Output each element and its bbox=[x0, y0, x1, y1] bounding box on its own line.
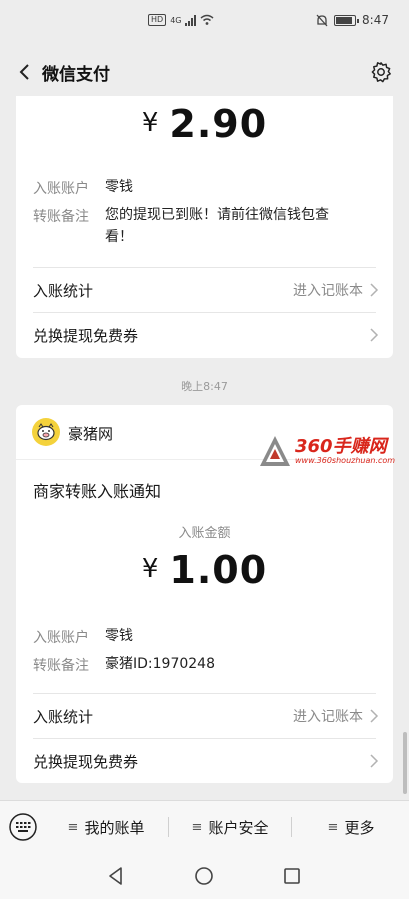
menu-label: 我的账单 bbox=[84, 818, 145, 837]
note-label: 转账备注 bbox=[33, 209, 89, 225]
stats-row[interactable]: 入账统计 进入记账本 bbox=[16, 694, 393, 738]
stats-row[interactable]: 入账统计 进入记账本 bbox=[16, 268, 393, 312]
amount-value: 1.00 bbox=[169, 548, 268, 592]
page-title: 微信支付 bbox=[42, 65, 110, 85]
chevron-left-icon bbox=[19, 64, 29, 80]
amount-display: ¥2.90 bbox=[16, 102, 393, 146]
account-label: 入账账户 bbox=[33, 181, 89, 197]
watermark-logo-icon bbox=[260, 436, 290, 466]
menu-list-icon: ≡ bbox=[67, 819, 79, 835]
system-nav-bar bbox=[0, 852, 409, 899]
menu-list-icon: ≡ bbox=[191, 819, 203, 835]
menu-label: 账户安全 bbox=[208, 818, 269, 837]
menu-label: 更多 bbox=[344, 818, 375, 837]
scrollbar[interactable] bbox=[403, 732, 407, 794]
bottom-menu: ≡ 我的账单 ≡ 账户安全 ≡ 更多 bbox=[0, 800, 409, 852]
hd-badge: HD bbox=[148, 14, 167, 26]
menu-list-icon: ≡ bbox=[327, 819, 339, 835]
stats-hint: 进入记账本 bbox=[293, 283, 363, 299]
signal-icon bbox=[185, 14, 197, 26]
watermark-text: 360手赚网 bbox=[295, 436, 387, 457]
account-value: 零钱 bbox=[105, 179, 133, 195]
voucher-label: 兑换提现免费券 bbox=[33, 753, 139, 771]
pig-icon bbox=[37, 423, 55, 441]
note-value: 您的提现已到账！请前往微信钱包查 看！ bbox=[105, 204, 329, 248]
menu-separator bbox=[168, 817, 169, 837]
currency-symbol: ¥ bbox=[141, 554, 160, 584]
chevron-right-icon bbox=[370, 754, 379, 768]
account-label: 入账账户 bbox=[33, 630, 89, 646]
merchant-logo bbox=[32, 418, 60, 446]
network-label: 4G bbox=[170, 15, 182, 25]
back-triangle-icon[interactable] bbox=[104, 864, 128, 888]
note-value-line1: 您的提现已到账！请前往微信钱包查 bbox=[105, 207, 329, 223]
keyboard-button[interactable] bbox=[8, 812, 38, 842]
recents-square-icon[interactable] bbox=[280, 864, 304, 888]
merchant-name: 豪猪网 bbox=[68, 425, 114, 443]
status-left: HD 4G bbox=[148, 14, 214, 26]
note-label: 转账备注 bbox=[33, 658, 89, 674]
menu-account-security[interactable]: ≡ 账户安全 bbox=[170, 801, 290, 853]
gear-icon bbox=[371, 62, 391, 83]
stats-hint: 进入记账本 bbox=[293, 709, 363, 725]
chevron-right-icon bbox=[370, 328, 379, 342]
currency-symbol: ¥ bbox=[141, 108, 160, 138]
stats-label: 入账统计 bbox=[33, 708, 94, 726]
menu-separator bbox=[291, 817, 292, 837]
battery-icon bbox=[334, 14, 360, 26]
voucher-row[interactable]: 兑换提现免费券 bbox=[16, 739, 393, 783]
amount-display: ¥1.00 bbox=[16, 548, 393, 592]
settings-button[interactable] bbox=[367, 58, 395, 86]
status-bar: HD 4G 8:47 bbox=[0, 0, 409, 40]
wifi-icon bbox=[201, 14, 214, 25]
home-circle-icon[interactable] bbox=[192, 864, 216, 888]
transfer-card-1: ¥2.90 入账账户 零钱 转账备注 您的提现已到账！请前往微信钱包查 看！ 入… bbox=[16, 96, 393, 358]
account-value: 零钱 bbox=[105, 628, 133, 644]
status-right: 8:47 bbox=[316, 13, 389, 27]
notice-title: 商家转账入账通知 bbox=[33, 482, 162, 501]
amount-caption: 入账金额 bbox=[178, 526, 231, 541]
watermark: 360手赚网 www.360shouzhuan.com bbox=[258, 432, 395, 472]
amount-value: 2.90 bbox=[169, 102, 268, 146]
message-timestamp: 晚上8:47 bbox=[181, 380, 228, 393]
note-value: 豪猪ID:1970248 bbox=[105, 656, 215, 672]
voucher-label: 兑换提现免费券 bbox=[33, 327, 139, 345]
status-time: 8:47 bbox=[362, 13, 389, 27]
bell-off-icon bbox=[316, 14, 328, 26]
voucher-row[interactable]: 兑换提现免费券 bbox=[16, 313, 393, 357]
chevron-right-icon bbox=[370, 283, 379, 297]
menu-my-bills[interactable]: ≡ 我的账单 bbox=[48, 801, 164, 853]
menu-more[interactable]: ≡ 更多 bbox=[293, 801, 409, 853]
chevron-right-icon bbox=[370, 709, 379, 723]
stats-label: 入账统计 bbox=[33, 282, 94, 300]
note-value-line2: 看！ bbox=[105, 229, 133, 245]
back-button[interactable] bbox=[10, 58, 38, 86]
watermark-url: www.360shouzhuan.com bbox=[295, 456, 396, 465]
nav-bar: 微信支付 bbox=[0, 48, 409, 96]
keyboard-icon bbox=[9, 813, 37, 841]
